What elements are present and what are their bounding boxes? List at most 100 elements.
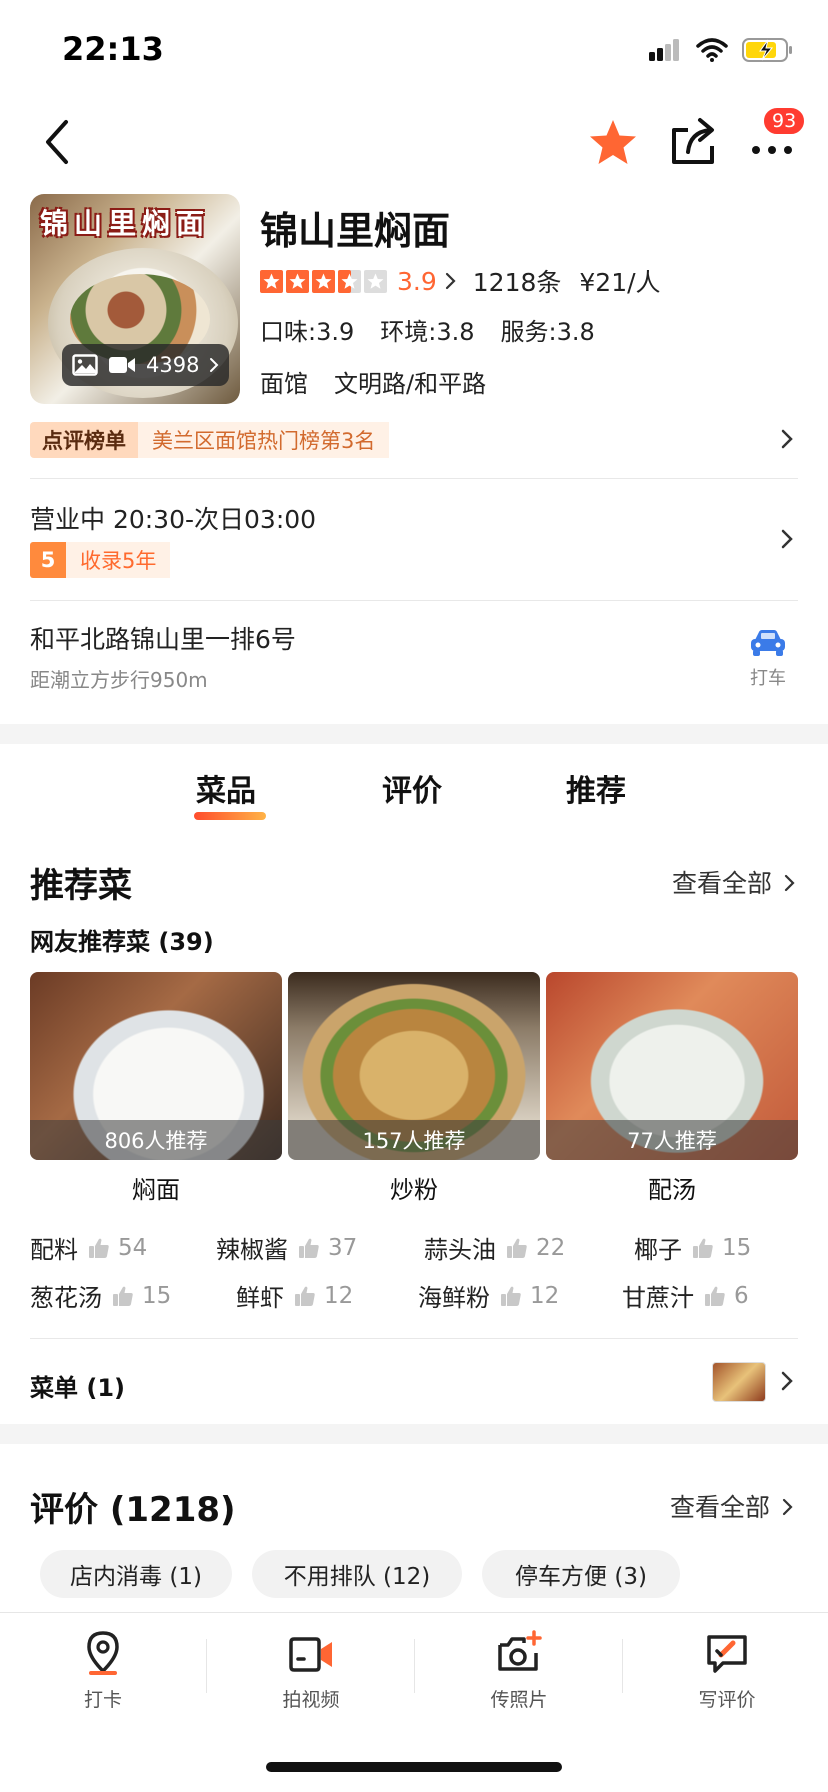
home-indicator [266, 1762, 562, 1772]
star-half-icon [338, 269, 361, 293]
thumbs-up-icon [507, 1238, 527, 1258]
dish-recommend-count: 157人推荐 [288, 1120, 540, 1160]
chevron-right-icon[interactable] [780, 428, 794, 450]
walking-distance: 距潮立方步行950m [30, 668, 208, 692]
back-icon[interactable] [38, 114, 78, 170]
write-review-button[interactable]: 写评价 [672, 1629, 782, 1712]
years-text: 收录5年 [66, 542, 171, 578]
location-pin-icon [87, 1631, 119, 1675]
dish-tag[interactable]: 辣椒酱 37 [216, 1230, 357, 1265]
menu-row[interactable]: 菜单 (1) [30, 1368, 125, 1403]
checkin-button[interactable]: 打卡 [48, 1629, 158, 1712]
taste-score: 口味:3.9 [260, 318, 355, 346]
dish-recommend-count: 77人推荐 [546, 1120, 798, 1160]
dish-tag-count: 15 [722, 1234, 752, 1261]
dish-tag-name: 葱花汤 [30, 1284, 102, 1312]
dish-tag-name: 配料 [30, 1236, 78, 1264]
menu-thumbnail[interactable] [712, 1362, 766, 1402]
share-icon[interactable] [668, 116, 718, 168]
see-all-dishes-link[interactable]: 查看全部 [672, 864, 796, 900]
star-full-icon [312, 269, 335, 293]
category-row: 面馆 文明路/和平路 [260, 364, 486, 399]
dish-card[interactable]: 157人推荐 炒粉 [288, 972, 540, 1205]
chevron-right-icon[interactable] [780, 528, 794, 550]
dish-tag-name: 海鲜粉 [418, 1284, 490, 1312]
chevron-right-icon [445, 272, 456, 290]
chevron-right-icon [210, 358, 219, 372]
user-recommended-heading: 网友推荐菜 (39) [30, 928, 214, 956]
dish-tag-name: 甘蔗汁 [622, 1284, 694, 1312]
dish-tag[interactable]: 鲜虾 12 [236, 1278, 353, 1313]
rank-tag: 点评榜单 [30, 422, 138, 458]
review-tag-chip[interactable]: 停车方便 (3) [482, 1550, 680, 1598]
active-tab-indicator [194, 812, 266, 820]
chevron-right-icon[interactable] [780, 1370, 794, 1392]
dish-tag[interactable]: 海鲜粉 12 [418, 1278, 559, 1313]
rating-score: 3.9 [397, 266, 437, 296]
thumbs-up-icon [295, 1286, 315, 1306]
divider [30, 1338, 798, 1339]
dish-tag[interactable]: 葱花汤 15 [30, 1278, 171, 1313]
years-number: 5 [30, 542, 66, 578]
taxi-button[interactable]: 打车 [740, 628, 796, 690]
review-tag-chip[interactable]: 不用排队 (12) [252, 1550, 462, 1598]
checkin-label: 打卡 [83, 1689, 122, 1711]
section-separator [0, 724, 828, 744]
tab-recommend[interactable]: 推荐 [566, 766, 626, 810]
shop-photo[interactable]: 锦山里焖面 4398 [30, 194, 240, 404]
sub-scores: 口味:3.9 环境:3.8 服务:3.8 [260, 312, 595, 347]
rating-stars [260, 269, 387, 293]
car-icon [751, 630, 785, 656]
dish-tag-count: 37 [328, 1234, 358, 1261]
listed-years-badge: 5 收录5年 [30, 542, 171, 578]
see-all-reviews-link[interactable]: 查看全部 [670, 1488, 794, 1524]
environment-score: 环境:3.8 [380, 318, 475, 346]
thumbs-up-icon [693, 1238, 713, 1258]
dish-tag[interactable]: 蒜头油 22 [424, 1230, 565, 1265]
tab-reviews[interactable]: 评价 [382, 766, 442, 810]
divider [622, 1639, 623, 1693]
dish-card[interactable]: 806人推荐 焖面 [30, 972, 282, 1205]
business-hours[interactable]: 营业中 20:30-次日03:00 [30, 500, 316, 536]
rank-text: 美兰区面馆热门榜第3名 [138, 422, 390, 458]
tab-dishes[interactable]: 菜品 [196, 766, 256, 810]
dish-card[interactable]: 77人推荐 配汤 [546, 972, 798, 1205]
shop-name: 锦山里焖面 [260, 209, 451, 253]
cellular-signal-icon [649, 39, 679, 61]
thumbs-up-icon [705, 1286, 725, 1306]
dish-image: 157人推荐 [288, 972, 540, 1160]
favorite-star-icon[interactable] [586, 118, 640, 168]
upload-photo-button[interactable]: 传照片 [464, 1629, 574, 1712]
thumbs-up-icon [501, 1286, 521, 1306]
notification-badge: 93 [762, 106, 807, 136]
section-separator [0, 1424, 828, 1444]
dish-tag[interactable]: 甘蔗汁 6 [622, 1278, 749, 1313]
review-tag-chip[interactable]: 店内消毒 (1) [40, 1550, 232, 1598]
recommend-title: 推荐菜 [30, 866, 132, 906]
image-icon [72, 354, 98, 376]
status-icons [648, 34, 794, 66]
dish-tag[interactable]: 椰子 15 [634, 1230, 751, 1265]
nav-bar [0, 100, 828, 184]
rank-badge[interactable]: 点评榜单 美兰区面馆热门榜第3名 [30, 422, 390, 458]
see-all-label: 查看全部 [670, 1493, 771, 1522]
status-bar: 22:13 [0, 0, 828, 96]
dish-image: 806人推荐 [30, 972, 282, 1160]
rating-row[interactable]: 3.9 1218条 ¥21/人 [260, 264, 661, 298]
taxi-label: 打车 [750, 668, 786, 689]
video-icon [109, 357, 135, 373]
photo-count[interactable]: 4398 [62, 344, 230, 386]
dish-tag-count: 6 [734, 1282, 749, 1309]
shop-address[interactable]: 和平北路锦山里一排6号 [30, 620, 296, 656]
record-video-button[interactable]: 拍视频 [256, 1629, 366, 1712]
shop-area: 文明路/和平路 [334, 370, 487, 398]
dish-tag-name: 辣椒酱 [216, 1236, 288, 1264]
price-per-person: ¥21/人 [579, 268, 661, 297]
review-count: 1218条 [472, 268, 562, 297]
star-empty-icon [364, 269, 387, 293]
wifi-icon [696, 38, 728, 62]
divider [206, 1639, 207, 1693]
dish-tag-name: 椰子 [634, 1236, 682, 1264]
record-video-label: 拍视频 [282, 1689, 340, 1711]
dish-tag[interactable]: 配料 54 [30, 1230, 147, 1265]
